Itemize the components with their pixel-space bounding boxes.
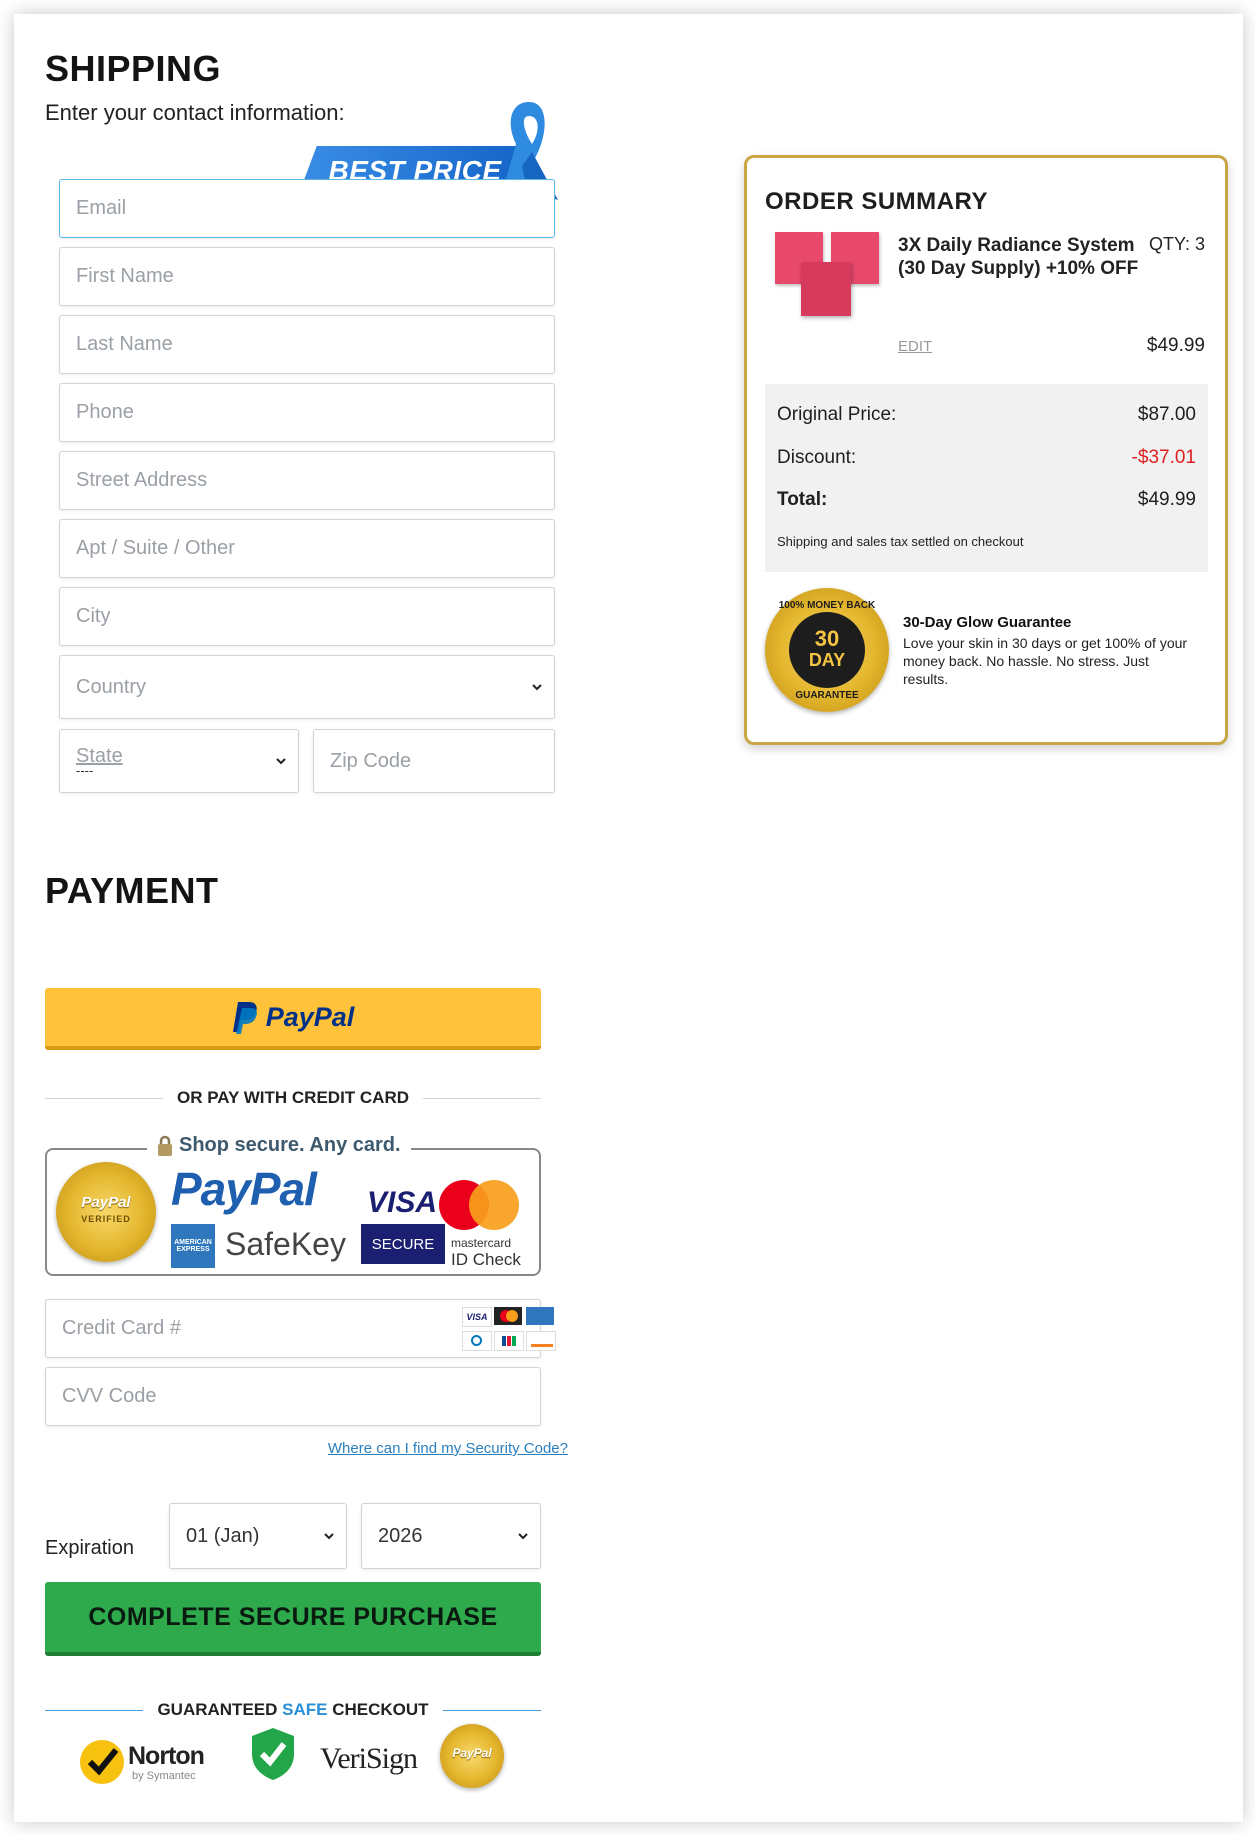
discover-mini-icon: [526, 1331, 556, 1351]
expiration-month-select[interactable]: 01 (Jan): [169, 1503, 347, 1569]
shipping-tax-note: Shipping and sales tax settled on checko…: [777, 534, 1024, 549]
seal-number: 30: [814, 626, 840, 651]
apt-suite-field[interactable]: [59, 519, 555, 578]
visa-logo: VISA: [367, 1186, 438, 1219]
guarantee-title: 30-Day Glow Guarantee: [903, 614, 1072, 631]
paypal-verified-logo: PayPal: [81, 1194, 131, 1211]
secure-headline: Shop secure. Any card.: [147, 1134, 411, 1157]
mastercard-mini-icon: [494, 1307, 522, 1325]
paypal-verified-trust-seal: PayPal: [440, 1724, 504, 1788]
card-brands-icons: VISA: [462, 1307, 560, 1351]
paypal-seal-text: PayPal: [452, 1746, 492, 1760]
safekey-text: SafeKey: [225, 1226, 346, 1262]
payment-title: PAYMENT: [45, 870, 219, 911]
country-select[interactable]: Country: [59, 655, 555, 719]
norton-text: Norton: [128, 1742, 205, 1770]
complete-purchase-button[interactable]: COMPLETE SECURE PURCHASE: [45, 1582, 541, 1656]
paypal-button-label: PayPal: [265, 1001, 355, 1032]
paypal-verified-text: VERIFIED: [81, 1214, 131, 1224]
total-value: $49.99: [1137, 489, 1196, 510]
norton-badge: Norton by Symantec: [80, 1734, 220, 1790]
shipping-subtitle: Enter your contact information:: [45, 100, 345, 125]
complete-purchase-label: COMPLETE SECURE PURCHASE: [88, 1602, 498, 1631]
or-pay-divider: OR PAY WITH CREDIT CARD: [45, 1088, 542, 1108]
product-image: [775, 232, 879, 318]
original-price-label: Original Price:: [777, 404, 897, 425]
state-select[interactable]: State ----: [59, 729, 299, 793]
original-price-value: $87.00: [1137, 404, 1196, 425]
jcb-mini-icon: [494, 1331, 524, 1351]
order-summary-panel: ORDER SUMMARY 3X Daily Radiance System (…: [744, 155, 1228, 745]
amex-mini-icon: [526, 1307, 554, 1325]
visa-secure-badge: SECURE: [361, 1224, 445, 1264]
order-summary-title: ORDER SUMMARY: [765, 188, 988, 215]
seal-day: DAY: [808, 650, 846, 670]
verisign-logo: VeriSign: [320, 1742, 418, 1775]
discount-row: Discount: -$37.01: [777, 447, 1196, 469]
secure-headline-text: Shop secure. Any card.: [179, 1134, 401, 1156]
money-back-seal: 100% MONEY BACK 30 DAY GUARANTEE: [765, 588, 889, 712]
seal-bottom-text: GUARANTEE: [795, 690, 859, 701]
phone-field[interactable]: [59, 383, 555, 442]
norton-sub-text: by Symantec: [132, 1770, 196, 1782]
total-row: Total: $49.99: [777, 489, 1196, 511]
seal-top-text: 100% MONEY BACK: [778, 600, 876, 611]
chevron-down-icon: [518, 1533, 528, 1540]
secure-payment-box: Shop secure. Any card. PayPal VERIFIED P…: [45, 1134, 541, 1276]
mastercard-logo: [439, 1180, 523, 1230]
country-select-value: Country: [76, 675, 147, 698]
diners-mini-icon: [462, 1331, 492, 1351]
item-price: $49.99: [1146, 335, 1205, 356]
amex-logo: AMERICAN EXPRESS: [171, 1224, 215, 1268]
city-field[interactable]: [59, 587, 555, 646]
cvv-field[interactable]: [45, 1367, 541, 1426]
paypal-icon: [232, 1002, 257, 1034]
visa-mini-icon: VISA: [462, 1307, 492, 1327]
original-price-row: Original Price: $87.00: [777, 404, 1196, 426]
expiration-year-value: 2026: [378, 1524, 423, 1547]
discount-value: -$37.01: [1131, 447, 1196, 468]
email-field[interactable]: [59, 179, 555, 238]
last-name-field[interactable]: [59, 315, 555, 374]
guaranteed-checkout-divider: GUARANTEED SAFE CHECKOUT: [45, 1700, 542, 1720]
security-code-link[interactable]: Where can I find my Security Code?: [328, 1440, 568, 1457]
id-check-text: ID Check: [451, 1250, 521, 1269]
lock-icon: [158, 1135, 172, 1156]
checkout-card: SHIPPING Enter your contact information:…: [14, 14, 1243, 1822]
paypal-verified-seal: PayPal VERIFIED: [56, 1162, 156, 1262]
guaranteed-text: GUARANTEED: [157, 1700, 278, 1719]
or-pay-text: OR PAY WITH CREDIT CARD: [176, 1088, 410, 1107]
edit-link[interactable]: EDIT: [898, 338, 932, 355]
security-shield-icon: [252, 1728, 294, 1780]
norton-check-icon: [80, 1740, 124, 1784]
chevron-down-icon: [324, 1533, 334, 1540]
zip-code-field[interactable]: [313, 729, 555, 793]
mastercard-text: mastercard: [451, 1236, 512, 1250]
safe-text: SAFE: [282, 1700, 328, 1719]
paypal-button[interactable]: PayPal: [45, 988, 541, 1050]
total-label: Total:: [777, 489, 828, 510]
chevron-down-icon: [532, 684, 542, 691]
chevron-down-icon: [276, 758, 286, 765]
expiration-month-value: 01 (Jan): [186, 1524, 260, 1547]
expiration-label: Expiration: [45, 1537, 134, 1559]
expiration-year-select[interactable]: 2026: [361, 1503, 541, 1569]
paypal-logo: PayPal: [171, 1163, 317, 1215]
discount-label: Discount:: [777, 447, 857, 468]
street-address-field[interactable]: [59, 451, 555, 510]
product-name: 3X Daily Radiance System (30 Day Supply)…: [898, 235, 1139, 279]
guarantee-text: Love your skin in 30 days or get 100% of…: [903, 635, 1188, 687]
checkout-text: CHECKOUT: [332, 1700, 429, 1719]
price-breakdown: Original Price: $87.00 Discount: -$37.01…: [765, 384, 1208, 572]
shipping-title: SHIPPING: [45, 48, 222, 89]
first-name-field[interactable]: [59, 247, 555, 306]
product-qty: QTY: 3: [1148, 234, 1205, 254]
